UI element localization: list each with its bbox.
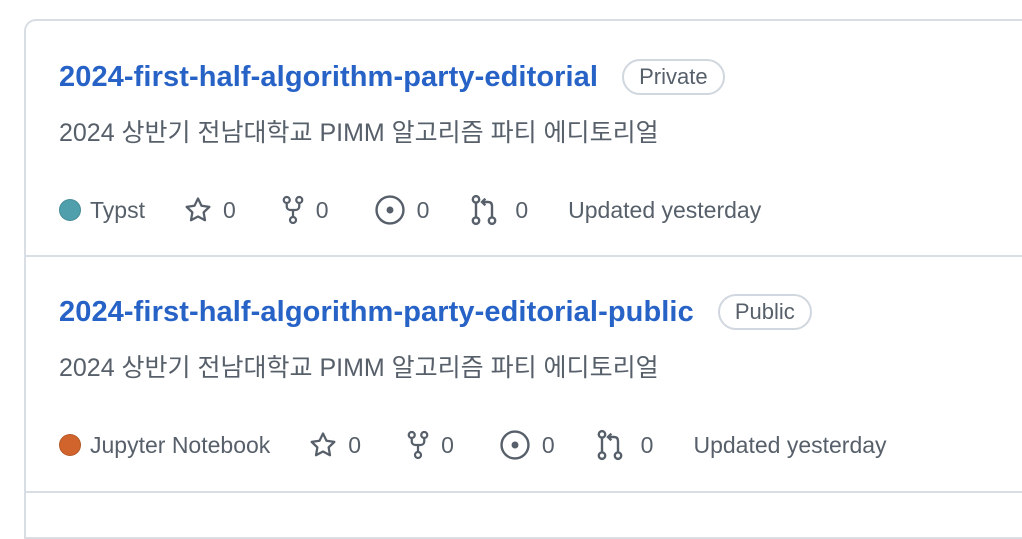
- repo-description: 2024 상반기 전남대학교 PIMM 알고리즘 파티 에디토리얼: [59, 119, 659, 147]
- stars-count: 0: [348, 431, 362, 458]
- issues-link[interactable]: 0: [498, 428, 555, 462]
- updated-time: Updated yesterday: [568, 196, 762, 223]
- pull-request-icon: [469, 194, 499, 226]
- stars-link[interactable]: 0: [183, 195, 236, 225]
- star-icon: [308, 430, 338, 460]
- language-info: Typst: [59, 197, 145, 224]
- fork-icon: [280, 195, 306, 225]
- repo-description: 2024 상반기 전남대학교 PIMM 알고리즘 파티 에디토리얼: [59, 354, 659, 382]
- stars-link[interactable]: 0: [308, 430, 361, 460]
- forks-count: 0: [315, 196, 329, 223]
- language-name: Typst: [90, 196, 145, 223]
- stars-count: 0: [222, 196, 236, 223]
- repository-item: 2024-first-half-algorithm-party-editoria…: [26, 21, 1022, 257]
- forks-link[interactable]: 0: [280, 195, 329, 225]
- forks-link[interactable]: 0: [405, 430, 454, 460]
- pull-requests-link[interactable]: 0: [469, 194, 528, 226]
- issue-icon: [498, 428, 532, 462]
- repo-name-link[interactable]: 2024-first-half-algorithm-party-editoria…: [59, 296, 694, 329]
- pull-request-icon: [595, 429, 625, 461]
- language-info: Jupyter Notebook: [59, 432, 270, 459]
- forks-count: 0: [441, 431, 454, 458]
- language-color-dot: [59, 199, 81, 221]
- repo-name-link[interactable]: 2024-first-half-algorithm-party-editoria…: [59, 61, 598, 94]
- repo-meta: Jupyter Notebook 0 0 0 0 Updated yesterd…: [59, 428, 887, 462]
- issues-count: 0: [416, 196, 430, 223]
- fork-icon: [405, 430, 431, 460]
- pull-requests-count: 0: [640, 431, 654, 458]
- issues-count: 0: [541, 431, 555, 458]
- pull-requests-link[interactable]: 0: [595, 429, 654, 461]
- pull-requests-count: 0: [515, 196, 529, 223]
- visibility-badge: Private: [622, 59, 725, 95]
- repo-title-row: 2024-first-half-algorithm-party-editoria…: [59, 59, 725, 95]
- repository-list: 2024-first-half-algorithm-party-editoria…: [24, 19, 1022, 539]
- repo-title-row: 2024-first-half-algorithm-party-editoria…: [59, 294, 812, 330]
- language-name: Jupyter Notebook: [90, 431, 271, 458]
- visibility-badge: Public: [717, 294, 812, 330]
- issues-link[interactable]: 0: [373, 193, 430, 227]
- repo-meta: Typst 0 0 0 0 Updated yesterday: [59, 193, 761, 227]
- repository-item: 2024-first-half-algorithm-party-editoria…: [26, 255, 1022, 493]
- language-color-dot: [59, 434, 81, 456]
- updated-time: Updated yesterday: [693, 431, 887, 458]
- star-icon: [183, 195, 213, 225]
- issue-icon: [373, 193, 407, 227]
